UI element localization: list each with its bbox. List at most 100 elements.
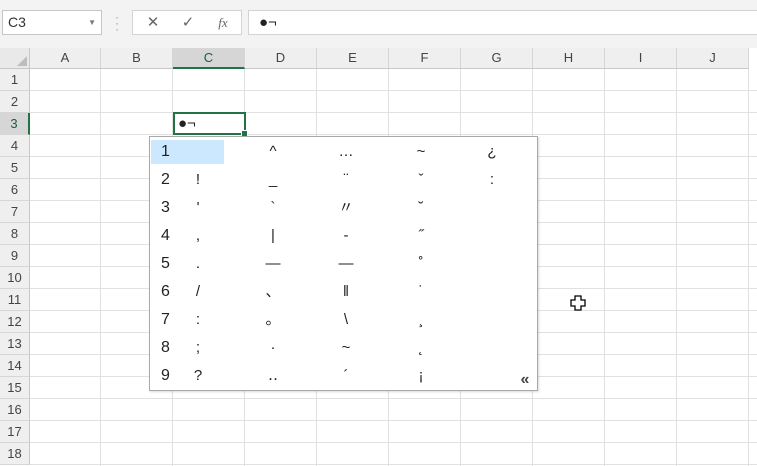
column-header-d[interactable]: D xyxy=(245,48,317,69)
candidate-symbol[interactable]: ‖ xyxy=(326,280,366,304)
candidate-symbol[interactable]: ‥ xyxy=(253,364,293,388)
gridline xyxy=(100,69,101,466)
candidate-symbol[interactable]: ˘ xyxy=(401,196,441,220)
candidate-row: 5. — — ˚ xyxy=(150,249,537,277)
candidate-symbol[interactable]: ¿ xyxy=(472,140,512,164)
active-cell[interactable]: ●¬ xyxy=(173,112,248,137)
row-header-18[interactable]: 18 xyxy=(0,443,30,465)
candidate-symbol[interactable]: | xyxy=(253,224,293,248)
row-header-13[interactable]: 13 xyxy=(0,333,30,355)
column-header-a[interactable]: A xyxy=(30,48,101,69)
candidate-symbol[interactable]: ` xyxy=(253,196,293,220)
enter-icon[interactable]: ✓ xyxy=(172,11,204,34)
candidate-row: 3 ' ` 〃 ˘ xyxy=(150,193,537,221)
candidate-symbol[interactable]: ¡ xyxy=(401,364,441,388)
candidate-symbol[interactable]: ´ xyxy=(326,364,366,388)
gridline xyxy=(30,134,757,135)
row-header-12[interactable]: 12 xyxy=(0,311,30,333)
row-header-10[interactable]: 10 xyxy=(0,267,30,289)
row-header-3[interactable]: 3 xyxy=(0,113,30,135)
row-header-16[interactable]: 16 xyxy=(0,399,30,421)
row-header-9[interactable]: 9 xyxy=(0,245,30,267)
candidate-symbol[interactable]: - xyxy=(326,224,366,248)
chevron-down-icon[interactable]: ▼ xyxy=(88,11,96,34)
formula-input[interactable]: ●¬ xyxy=(248,10,757,35)
candidate-symbol[interactable]: ^ xyxy=(253,140,293,164)
column-header-f[interactable]: F xyxy=(389,48,461,69)
row-header-7[interactable]: 7 xyxy=(0,201,30,223)
gridline xyxy=(676,69,677,466)
candidate-symbol[interactable]: — xyxy=(253,252,293,276)
column-header-e[interactable]: E xyxy=(317,48,389,69)
candidate-symbol[interactable]: ¸ xyxy=(401,308,441,332)
expand-icon[interactable]: « xyxy=(517,372,533,388)
candidate-symbol[interactable]: 〃 xyxy=(326,196,366,220)
row-header-15[interactable]: 15 xyxy=(0,377,30,399)
candidate-symbol[interactable]: ˇ xyxy=(401,168,441,192)
formula-bar-area: C3 ▼ · · · ✕ ✓ fx ●¬ xyxy=(0,0,757,48)
candidate-symbol[interactable]: : xyxy=(178,308,218,332)
gridline xyxy=(30,464,757,465)
candidate-symbol[interactable]: 、 xyxy=(253,280,293,304)
candidate-symbol[interactable]: · xyxy=(253,336,293,360)
candidate-symbol[interactable]: — xyxy=(326,252,366,276)
candidate-symbol[interactable]: \ xyxy=(326,308,366,332)
candidate-symbol[interactable]: ? xyxy=(178,364,218,388)
candidate-symbol[interactable]: ~ xyxy=(401,140,441,164)
column-header-b[interactable]: B xyxy=(101,48,173,69)
row-header-8[interactable]: 8 xyxy=(0,223,30,245)
candidate-symbol[interactable]: 。 xyxy=(253,308,293,332)
name-box-value: C3 xyxy=(8,14,26,30)
row-header-2[interactable]: 2 xyxy=(0,91,30,113)
column-header-g[interactable]: G xyxy=(461,48,533,69)
candidate-symbol[interactable]: ¨ xyxy=(326,168,366,192)
candidate-row: 4, | - ˝ xyxy=(150,221,537,249)
candidate-row: 2! _ ¨ ˇ: xyxy=(150,165,537,193)
candidate-symbol[interactable]: ' xyxy=(178,196,218,220)
column-header-j[interactable]: J xyxy=(677,48,749,69)
column-header-c[interactable]: C xyxy=(173,48,245,69)
row-header-4[interactable]: 4 xyxy=(0,135,30,157)
row-header-6[interactable]: 6 xyxy=(0,179,30,201)
candidate-symbol[interactable]: ˛ xyxy=(401,336,441,360)
candidate-symbol[interactable]: ~ xyxy=(326,336,366,360)
candidate-symbol[interactable]: ˙ xyxy=(401,280,441,304)
candidate-row: 7:。 \ ¸ xyxy=(150,305,537,333)
gridline xyxy=(30,398,757,399)
candidate-symbol[interactable]: … xyxy=(326,140,366,164)
candidate-number[interactable]: 1 xyxy=(151,140,224,164)
candidate-symbol[interactable]: ˚ xyxy=(401,252,441,276)
row-header-1[interactable]: 1 xyxy=(0,69,30,91)
active-cell-value: ●¬ xyxy=(178,115,196,132)
drag-handle-icon[interactable]: · · · xyxy=(114,11,120,35)
select-all-corner[interactable] xyxy=(0,48,30,69)
candidate-symbol[interactable]: ˝ xyxy=(401,224,441,248)
cell-cursor-icon xyxy=(570,295,586,311)
gridline xyxy=(30,112,757,113)
insert-function-icon[interactable]: fx xyxy=(207,11,239,34)
row-header-5[interactable]: 5 xyxy=(0,157,30,179)
column-header-h[interactable]: H xyxy=(533,48,605,69)
candidate-symbol[interactable]: . xyxy=(178,252,218,276)
candidate-symbol[interactable]: , xyxy=(178,224,218,248)
candidate-symbol[interactable]: / xyxy=(178,280,218,304)
symbol-candidate-popup: 1 ^… ~ ¿ 2! _ ¨ ˇ:3 ' ` 〃 ˘ 4, | - ˝ 5. — — ˚ 6/、 ‖ ˙ 7:。 \ ¸ 8; · ~… xyxy=(149,136,538,391)
candidate-symbol[interactable]: ; xyxy=(178,336,218,360)
candidate-symbol[interactable]: ! xyxy=(178,168,218,192)
gridline xyxy=(30,442,757,443)
candidate-row: 8; · ~ ˛ xyxy=(150,333,537,361)
formula-buttons: ✕ ✓ fx xyxy=(132,10,242,35)
candidate-row: 6/、 ‖ ˙ xyxy=(150,277,537,305)
candidate-symbol[interactable]: _ xyxy=(253,168,293,192)
gridline xyxy=(30,90,757,91)
candidate-symbol[interactable]: : xyxy=(472,168,512,192)
column-header-i[interactable]: I xyxy=(605,48,677,69)
gridline xyxy=(748,69,749,466)
cancel-icon[interactable]: ✕ xyxy=(137,11,169,34)
gridline xyxy=(30,420,757,421)
row-header-11[interactable]: 11 xyxy=(0,289,30,311)
candidate-row: 9? ‥ ´ ¡ xyxy=(150,361,537,389)
row-header-17[interactable]: 17 xyxy=(0,421,30,443)
row-header-14[interactable]: 14 xyxy=(0,355,30,377)
name-box[interactable]: C3 ▼ xyxy=(2,10,102,35)
